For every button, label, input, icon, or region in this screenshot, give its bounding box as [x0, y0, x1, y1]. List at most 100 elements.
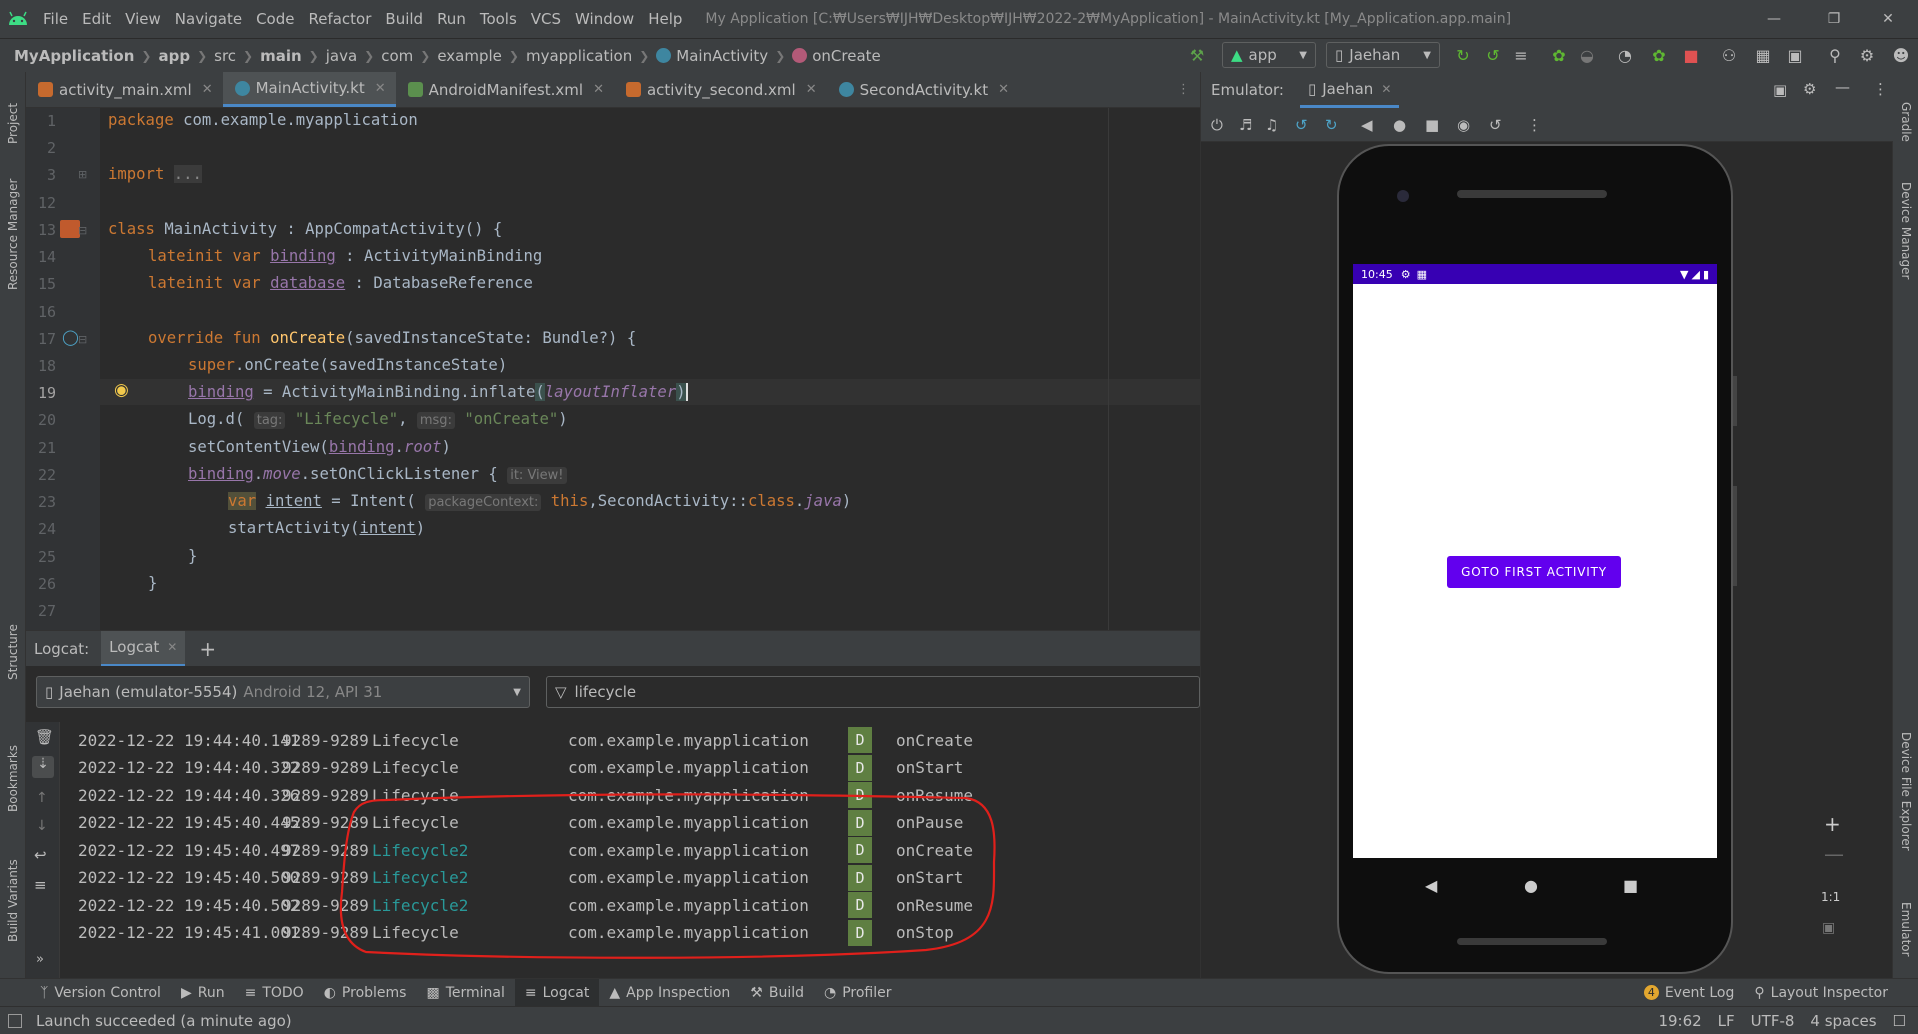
profile-icon[interactable]: ◔ [1614, 44, 1636, 66]
more-icon[interactable]: ⋮ [1527, 116, 1542, 134]
home-icon[interactable]: ● [1393, 116, 1406, 134]
close-icon[interactable]: ✕ [375, 81, 386, 96]
goto-first-activity-button[interactable]: GOTO FIRST ACTIVITY [1447, 556, 1621, 588]
arrow-down-icon[interactable]: ↓ [36, 818, 48, 834]
terminal-tool-button[interactable]: ▩ Terminal [416, 979, 514, 1007]
run-tool-button[interactable]: ▶ Run [171, 979, 235, 1007]
tab-secondactivity-kt[interactable]: SecondActivity.kt ✕ [827, 72, 1019, 107]
soft-wrap-icon[interactable]: ↩ [34, 846, 47, 864]
menu-refactor[interactable]: Refactor [301, 10, 378, 28]
menu-code[interactable]: Code [249, 10, 301, 28]
add-tab-icon[interactable]: + [199, 637, 216, 661]
arrow-up-icon[interactable]: ↑ [36, 790, 48, 806]
breadcrumb-main[interactable]: main [260, 47, 302, 65]
screenshot-icon[interactable]: ◉ [1457, 116, 1470, 134]
snapshot-icon[interactable]: ↺ [1489, 116, 1502, 134]
sync-icon[interactable]: ≡ [1510, 44, 1532, 66]
menu-file[interactable]: File [36, 10, 75, 28]
minimize-icon[interactable]: — [1744, 0, 1804, 38]
breadcrumb-oncreate[interactable]: onCreate [812, 47, 881, 65]
run-config-select[interactable]: ▲ app ▼ [1222, 42, 1316, 68]
menu-help[interactable]: Help [641, 10, 689, 28]
menu-run[interactable]: Run [430, 10, 473, 28]
sdk-manager-icon[interactable]: ▣ [1784, 44, 1806, 66]
menu-edit[interactable]: Edit [75, 10, 118, 28]
problems-tool-button[interactable]: ◐ Problems [314, 979, 417, 1007]
close-icon[interactable]: ✕ [167, 640, 177, 654]
zoom-in-icon[interactable]: + [1824, 812, 1841, 836]
project-tool-button[interactable]: Project [6, 103, 20, 144]
code-editor[interactable]: 1 2 3 12 13 14 15 16 17 18 19 20 21 22 2… [26, 108, 1200, 630]
structure-tool-button[interactable]: Structure [6, 624, 20, 680]
account-icon[interactable]: ☻ [1890, 44, 1912, 66]
menu-view[interactable]: View [118, 10, 168, 28]
tab-emulator-device[interactable]: ▯ Jaehan ✕ [1299, 72, 1400, 108]
lock-icon[interactable]: ☐ [1893, 1012, 1906, 1030]
menu-window[interactable]: Window [568, 10, 641, 28]
build-tool-button[interactable]: ⚒ Build [740, 979, 814, 1007]
settings-icon[interactable]: ⚙ [1856, 44, 1878, 66]
tab-activity-second-xml[interactable]: activity_second.xml ✕ [614, 72, 827, 107]
version-control-tool-button[interactable]: ᛉ Version Control [30, 979, 171, 1007]
search-icon[interactable]: ⚲ [1824, 44, 1846, 66]
breadcrumb-java[interactable]: java [326, 47, 357, 65]
phone-home-button[interactable]: ● [1524, 876, 1538, 895]
gradle-tool-button[interactable]: Gradle [1899, 102, 1913, 142]
phone-screen[interactable]: 10:45 ⚙ ▦ ▼ ◢ ▮ GOTO FIRST ACTIVITY [1353, 264, 1717, 858]
apply-changes-icon[interactable]: ↻ [1452, 44, 1474, 66]
file-encoding[interactable]: UTF-8 [1751, 1012, 1795, 1030]
rotate-right-icon[interactable]: ↻ [1325, 116, 1338, 134]
logcat-tool-button[interactable]: ≡ Logcat [514, 978, 600, 1007]
fold-icon[interactable]: ⊟ [78, 224, 87, 237]
menu-navigate[interactable]: Navigate [168, 10, 249, 28]
zoom-out-icon[interactable]: — [1824, 842, 1844, 866]
format-icon[interactable]: ≡ [34, 876, 47, 894]
close-icon[interactable]: ✕ [593, 82, 604, 97]
event-log-tool-button[interactable]: 4 Event Log [1634, 979, 1745, 1007]
overview-icon[interactable]: ■ [1425, 116, 1439, 134]
debug-icon[interactable]: ✿ [1548, 44, 1570, 66]
lightbulb-icon[interactable]: ◉ [114, 380, 129, 400]
close-icon[interactable]: ✕ [998, 82, 1009, 97]
zoom-actual-size[interactable]: 1:1 [1821, 890, 1840, 904]
breadcrumb-src[interactable]: src [214, 47, 236, 65]
line-separator[interactable]: LF [1718, 1012, 1735, 1030]
menu-build[interactable]: Build [378, 10, 430, 28]
close-icon[interactable]: ✕ [1858, 0, 1918, 38]
toggle-tool-windows-icon[interactable] [8, 1013, 22, 1028]
build-variants-tool-button[interactable]: Build Variants [6, 859, 20, 942]
more-icon[interactable]: » [36, 952, 44, 967]
device-file-explorer-tool-button[interactable]: Device File Explorer [1899, 732, 1913, 851]
phone-overview-button[interactable]: ■ [1623, 876, 1638, 895]
tab-logcat[interactable]: Logcat ✕ [101, 630, 186, 667]
more-icon[interactable]: ⋮ [1873, 80, 1888, 98]
zoom-fit-icon[interactable]: ▣ [1822, 920, 1835, 936]
avd-manager-icon[interactable]: ▦ [1752, 44, 1774, 66]
volume-up-icon[interactable]: ♬ [1239, 116, 1252, 134]
scroll-to-end-icon[interactable]: ⇣ [32, 756, 54, 778]
attach-debugger-icon[interactable]: ✿ [1648, 44, 1670, 66]
breadcrumb-com[interactable]: com [381, 47, 413, 65]
tab-androidmanifest-xml[interactable]: AndroidManifest.xml ✕ [396, 72, 614, 107]
breadcrumb-myapplication[interactable]: myapplication [526, 47, 632, 65]
tabs-more-icon[interactable]: ⋮ [1177, 72, 1200, 107]
minimize-panel-icon[interactable]: — [1835, 78, 1850, 96]
todo-tool-button[interactable]: ≡ TODO [235, 979, 314, 1007]
stop-icon[interactable]: ■ [1680, 44, 1702, 66]
breadcrumb-project[interactable]: MyApplication [14, 47, 134, 65]
profiler-tool-button[interactable]: ◔ Profiler [814, 979, 902, 1007]
fold-icon[interactable]: ⊞ [78, 168, 87, 181]
logcat-output[interactable]: 🗑 ⇣ ↑ ↓ ↩ ≡ » 2022-12-22 19:44:40.141 928… [26, 722, 1200, 978]
breadcrumb-example[interactable]: example [437, 47, 502, 65]
volume-down-icon[interactable]: ♫ [1265, 116, 1278, 134]
close-icon[interactable]: ✕ [1381, 82, 1391, 96]
fold-icon[interactable]: ⊟ [78, 333, 87, 346]
activity-gutter-icon[interactable] [60, 220, 80, 238]
emulator-tool-button[interactable]: Emulator [1899, 902, 1913, 957]
indent-setting[interactable]: 4 spaces [1810, 1012, 1876, 1030]
settings-icon[interactable]: ⚙ [1803, 80, 1816, 98]
device-select[interactable]: ▯ Jaehan (emulator-5554) Android 12, API… [36, 676, 530, 708]
caret-position[interactable]: 19:62 [1658, 1012, 1701, 1030]
device-select[interactable]: ▯ Jaehan ▼ [1326, 42, 1440, 68]
rotate-left-icon[interactable]: ↺ [1295, 116, 1308, 134]
